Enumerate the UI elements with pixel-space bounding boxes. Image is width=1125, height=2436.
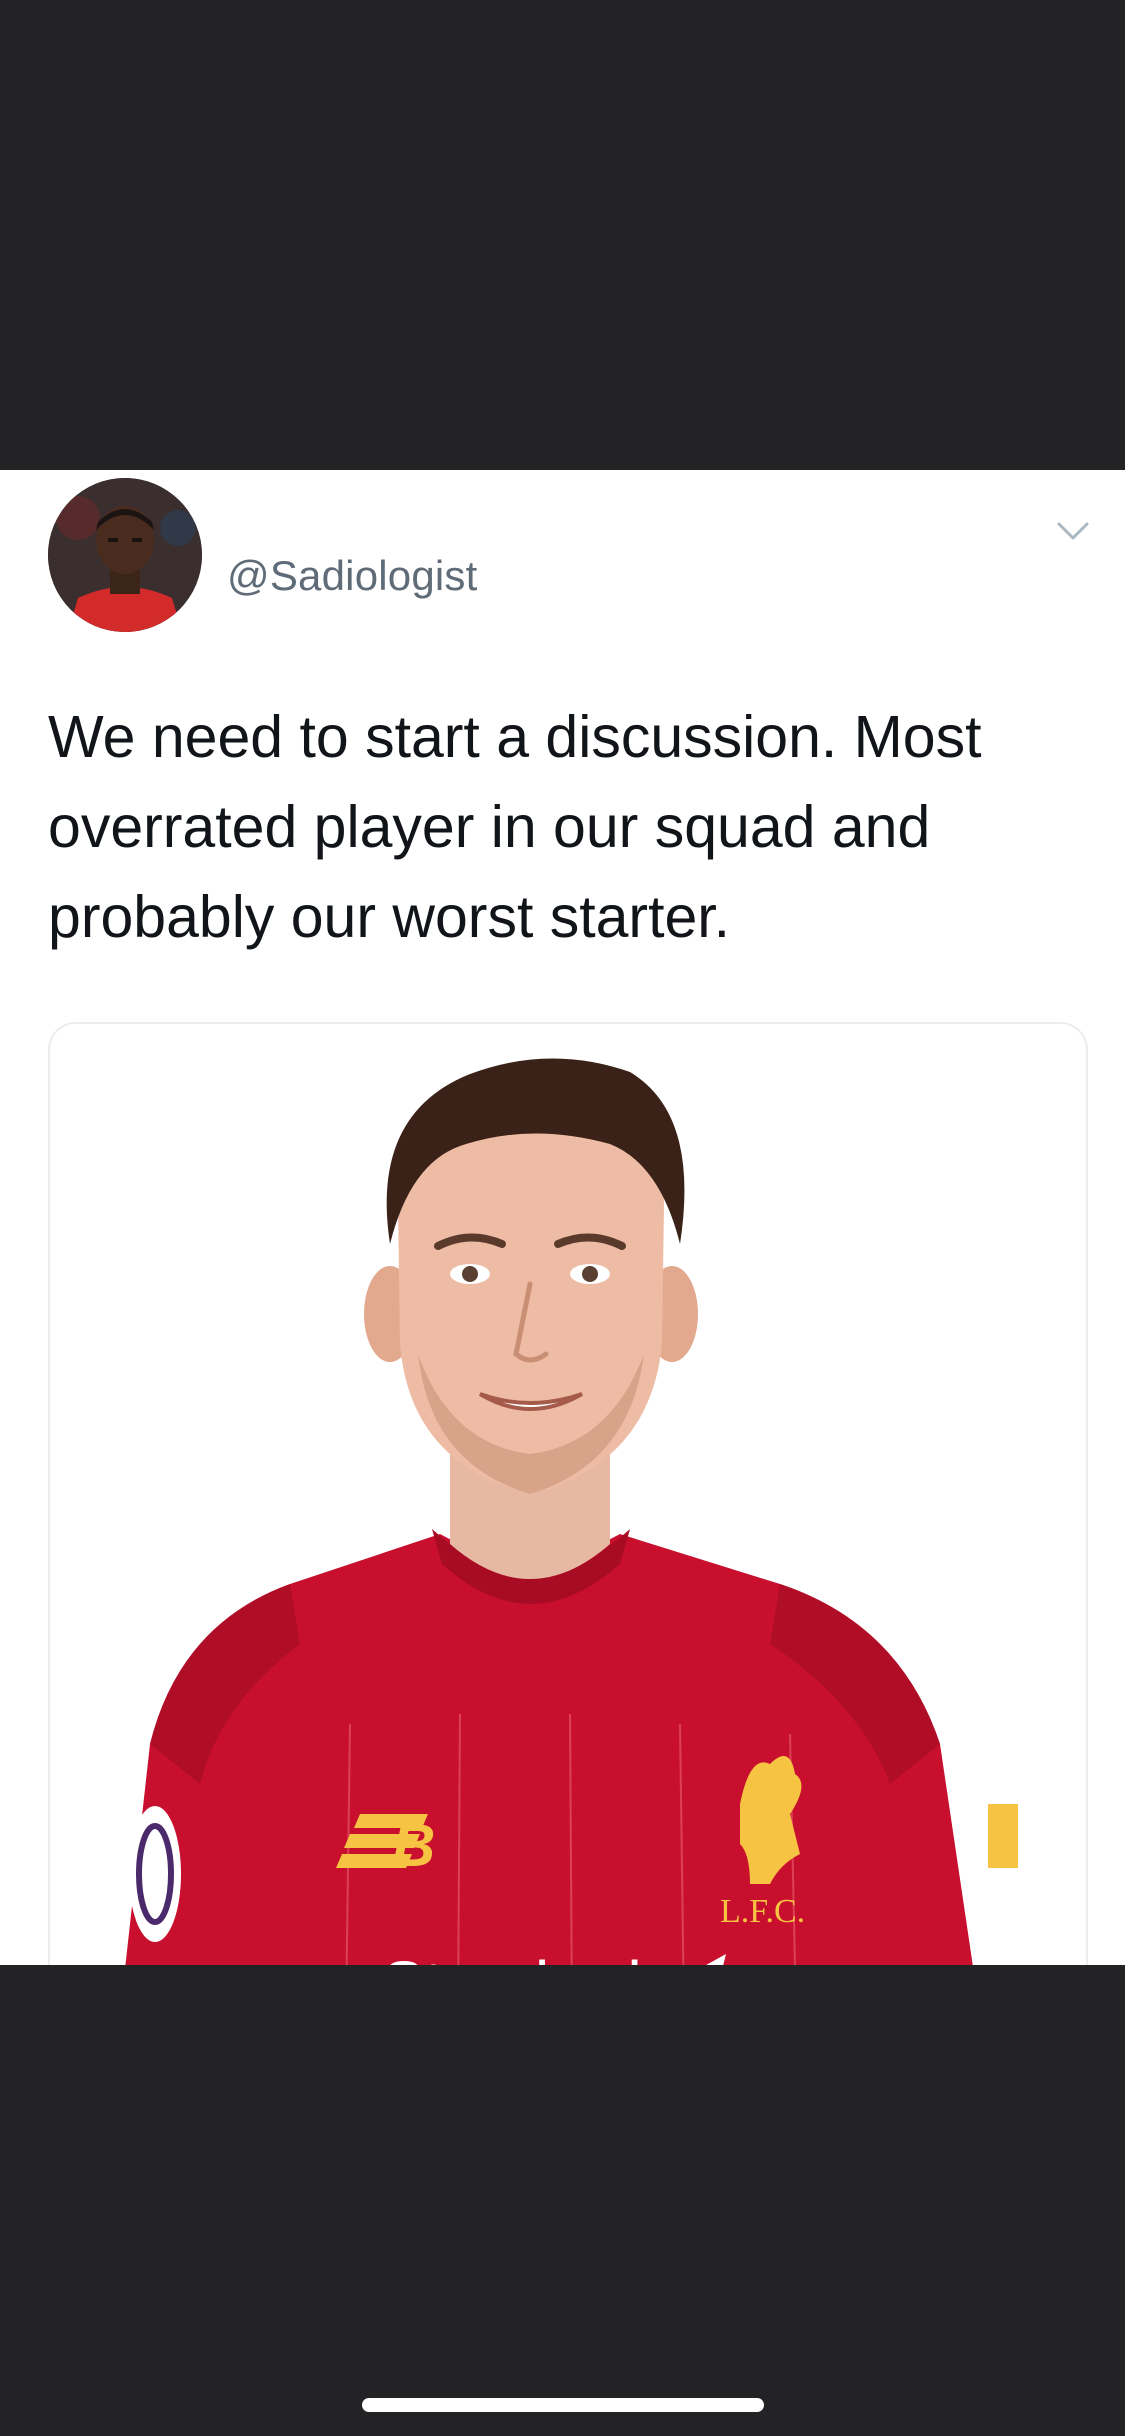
user-handle[interactable]: @Sadiologist	[227, 552, 478, 600]
player-photo: B L.F.C. Standard	[50, 1024, 1086, 1965]
screen: @Sadiologist We need to start a discussi…	[0, 0, 1125, 2436]
league-badge-icon	[129, 1806, 181, 1942]
sleeve-sponsor-patch	[988, 1804, 1018, 1868]
chevron-down-icon[interactable]	[1056, 520, 1090, 544]
home-indicator[interactable]	[362, 2398, 764, 2412]
tweet-text: We need to start a discussion. Most over…	[48, 704, 982, 950]
media-attachment[interactable]: B L.F.C. Standard	[48, 1022, 1088, 1965]
crest-text: L.F.C.	[720, 1893, 805, 1930]
sponsor-text: Standard	[382, 1948, 642, 1965]
avatar[interactable]	[48, 478, 202, 632]
tweet-card[interactable]: @Sadiologist We need to start a discussi…	[0, 470, 1125, 1965]
svg-text:B: B	[392, 1812, 435, 1879]
avatar-image	[48, 478, 202, 632]
